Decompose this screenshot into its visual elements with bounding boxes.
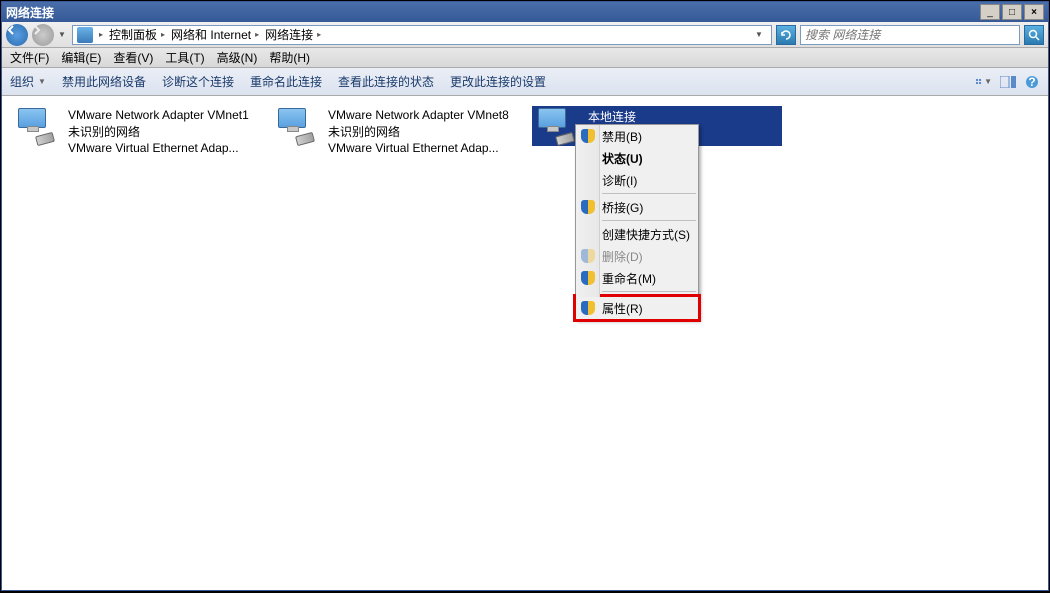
ctx-shortcut[interactable]: 创建快捷方式(S) [576,223,698,245]
svg-text:?: ? [1028,75,1035,89]
breadcrumb[interactable]: 网络连接▸ [265,26,323,43]
item-text: VMware Network Adapter VMnet8 未识别的网络 VMw… [328,106,509,155]
breadcrumb[interactable]: 网络和 Internet▸ [171,26,261,43]
preview-pane-button[interactable] [1000,74,1016,90]
chevron-down-icon: ▼ [984,77,992,86]
ctx-diagnose[interactable]: 诊断(I) [576,169,698,191]
shield-icon [581,129,595,143]
refresh-button[interactable] [776,25,796,45]
titlebar: 网络连接 _ □ × [2,2,1048,22]
item-text: VMware Network Adapter VMnet1 未识别的网络 VMw… [68,106,249,155]
menubar: 文件(F) 编辑(E) 查看(V) 工具(T) 高级(N) 帮助(H) [2,48,1048,68]
ctx-properties[interactable]: 属性(R) [576,297,698,319]
window-title: 网络连接 [6,4,980,21]
back-button[interactable] [6,24,28,46]
navbar: ▼ ▸ 控制面板▸ 网络和 Internet▸ 网络连接▸ ▼ [2,22,1048,48]
ctx-disable[interactable]: 禁用(B) [576,125,698,147]
toolbar: 组织 ▼ 禁用此网络设备 诊断这个连接 重命名此连接 查看此连接的状态 更改此连… [2,68,1048,96]
maximize-button[interactable]: □ [1002,4,1022,20]
close-button[interactable]: × [1024,4,1044,20]
chevron-right-icon: ▸ [159,30,167,39]
tool-view-status[interactable]: 查看此连接的状态 [338,73,434,90]
arrow-left-icon [6,25,16,35]
tool-disable-device[interactable]: 禁用此网络设备 [62,73,146,90]
adapter-status: 未识别的网络 [328,123,509,140]
separator [602,220,696,221]
shield-icon [581,301,595,315]
shield-icon [581,271,595,285]
search-icon [1028,29,1040,41]
ctx-delete: 删除(D) [576,245,698,267]
adapter-status: 未识别的网络 [68,123,249,140]
nav-history-dropdown[interactable]: ▼ [58,30,68,39]
search-input[interactable] [805,28,1015,42]
ctx-bridge[interactable]: 桥接(G) [576,196,698,218]
location-icon [77,27,93,43]
network-adapter-item[interactable]: VMware Network Adapter VMnet1 未识别的网络 VMw… [12,106,262,155]
address-dropdown[interactable]: ▼ [751,30,767,39]
network-adapter-icon [272,106,320,146]
context-menu: 禁用(B) 状态(U) 诊断(I) 桥接(G) 创建快捷方式(S) 删除(D) … [575,124,699,320]
adapter-device: VMware Virtual Ethernet Adap... [68,141,249,155]
chevron-down-icon: ▼ [38,77,46,86]
separator [602,291,696,292]
content-area[interactable]: VMware Network Adapter VMnet1 未识别的网络 VMw… [2,96,1048,590]
help-icon: ? [1025,75,1039,89]
breadcrumb[interactable]: 控制面板▸ [109,26,167,43]
shield-icon [581,249,595,263]
menu-help[interactable]: 帮助(H) [269,49,310,66]
network-adapter-item[interactable]: VMware Network Adapter VMnet8 未识别的网络 VMw… [272,106,522,155]
menu-view[interactable]: 查看(V) [113,49,153,66]
toolbar-right: ▼ ? [976,74,1040,90]
adapter-name: VMware Network Adapter VMnet8 [328,108,509,122]
shield-icon [581,200,595,214]
chevron-right-icon: ▸ [253,30,261,39]
window-controls: _ □ × [980,4,1044,20]
view-options-button[interactable]: ▼ [976,74,992,90]
tool-change-settings[interactable]: 更改此连接的设置 [450,73,546,90]
chevron-right-icon: ▸ [315,30,323,39]
help-button[interactable]: ? [1024,74,1040,90]
explorer-window: 网络连接 _ □ × ▼ ▸ 控制面板▸ 网络和 Internet▸ 网络连接▸… [1,1,1049,591]
view-icon [976,76,984,88]
search-button[interactable] [1024,25,1044,45]
tool-rename[interactable]: 重命名此连接 [250,73,322,90]
organize-button[interactable]: 组织 ▼ [10,73,46,90]
chevron-right-icon: ▸ [97,30,105,39]
separator [602,193,696,194]
adapter-name: 本地连接 [588,108,638,125]
search-box[interactable] [800,25,1020,45]
refresh-icon [780,29,792,41]
menu-file[interactable]: 文件(F) [10,49,49,66]
addressbar[interactable]: ▸ 控制面板▸ 网络和 Internet▸ 网络连接▸ ▼ [72,25,772,45]
network-adapter-icon [12,106,60,146]
tool-diagnose[interactable]: 诊断这个连接 [162,73,234,90]
menu-tools[interactable]: 工具(T) [165,49,204,66]
ctx-rename[interactable]: 重命名(M) [576,267,698,289]
menu-edit[interactable]: 编辑(E) [61,49,101,66]
highlight-box: 属性(R) [573,294,701,322]
adapter-device: VMware Virtual Ethernet Adap... [328,141,509,155]
network-adapter-icon [532,106,580,146]
forward-button[interactable] [32,24,54,46]
minimize-button[interactable]: _ [980,4,1000,20]
arrow-right-icon [32,25,42,35]
preview-pane-icon [1000,76,1016,88]
menu-advanced[interactable]: 高级(N) [217,49,258,66]
adapter-name: VMware Network Adapter VMnet1 [68,108,249,122]
ctx-status[interactable]: 状态(U) [576,147,698,169]
